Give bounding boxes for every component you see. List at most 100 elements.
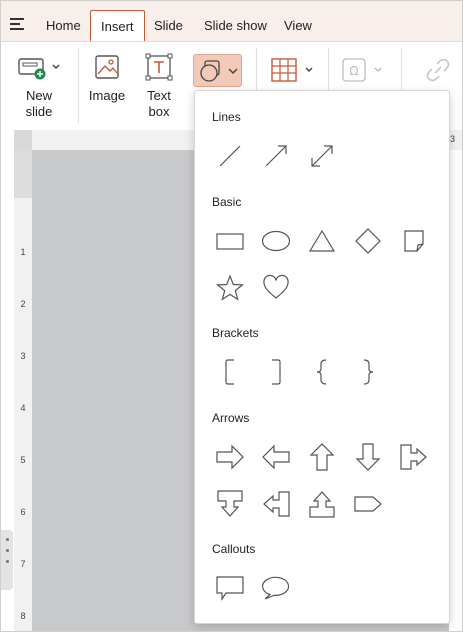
double-arrow-line-icon <box>311 145 333 167</box>
rectangular-callout-icon <box>216 576 244 601</box>
section-title-callouts: Callouts <box>212 542 256 556</box>
text-box-icon <box>145 53 173 81</box>
down-arrow-icon <box>355 443 381 471</box>
text-box-button[interactable]: Text box <box>139 52 179 120</box>
rectangle-icon <box>216 233 244 250</box>
left-arrow-icon <box>262 444 290 470</box>
line-icon <box>219 145 241 167</box>
pentagon-arrow-icon <box>354 496 382 512</box>
double-arrow-line-shape-button[interactable] <box>305 139 339 173</box>
oval-callout-icon <box>261 576 290 600</box>
folded-corner-icon <box>404 230 424 252</box>
special-character-button: Ω <box>339 56 389 89</box>
tab-slide-show[interactable]: Slide show <box>194 10 277 41</box>
link-icon <box>426 58 450 82</box>
section-title-basic: Basic <box>212 195 242 209</box>
right-arrow-shape-button[interactable] <box>213 440 247 474</box>
left-arrow-callout-shape-button[interactable] <box>259 487 293 521</box>
new-slide-label-1: New <box>25 88 52 103</box>
text-box-label-1: Text <box>147 88 171 103</box>
ruler-number: 5 <box>20 455 26 465</box>
app-window: Home Insert Slide Slide show View New sl… <box>0 0 463 632</box>
left-brace-shape-button[interactable] <box>305 355 339 389</box>
ellipse-icon <box>261 230 291 252</box>
ruler-number: 1 <box>20 247 26 257</box>
diamond-icon <box>355 228 381 254</box>
arrow-line-shape-button[interactable] <box>259 139 293 173</box>
link-button <box>424 56 452 89</box>
ruler-number: 4 <box>20 403 26 413</box>
triangle-icon <box>308 229 336 252</box>
new-slide-icon <box>18 58 60 80</box>
ruler-number: 7 <box>20 559 26 569</box>
heart-shape-button[interactable] <box>259 271 293 305</box>
table-button[interactable] <box>269 56 321 89</box>
ribbon-divider <box>78 48 79 124</box>
star-shape-button[interactable] <box>213 271 247 305</box>
shapes-dropdown-panel: Lines Basic Brackets Arrows Callouts <box>194 90 450 624</box>
rectangular-callout-shape-button[interactable] <box>213 571 247 605</box>
section-title-arrows: Arrows <box>212 411 250 425</box>
ruler-number: 2 <box>20 299 26 309</box>
pentagon-arrow-shape-button[interactable] <box>351 487 385 521</box>
text-box-label-2: box <box>148 104 170 119</box>
up-arrow-callout-shape-button[interactable] <box>305 487 339 521</box>
diamond-shape-button[interactable] <box>351 224 385 258</box>
ruler-corner <box>14 130 32 150</box>
shapes-icon <box>200 60 220 82</box>
image-button[interactable]: Image <box>87 52 127 104</box>
ruler-number: 8 <box>20 611 26 621</box>
ruler-margin-band <box>14 150 32 198</box>
right-brace-shape-button[interactable] <box>351 355 385 389</box>
tab-insert[interactable]: Insert <box>90 10 145 41</box>
left-brace-icon <box>316 359 327 385</box>
ribbon-tab-bar: Home Insert Slide Slide show View <box>1 1 462 41</box>
omega-symbol-icon: Ω <box>342 58 382 82</box>
left-bracket-shape-button[interactable] <box>213 355 247 389</box>
rectangle-shape-button[interactable] <box>213 224 247 258</box>
table-icon <box>271 58 313 82</box>
star-icon <box>215 274 245 301</box>
right-arrow-callout-icon <box>400 444 427 470</box>
folded-corner-shape-button[interactable] <box>397 224 431 258</box>
chevron-down-icon <box>228 68 238 75</box>
vertical-ruler: 1 2 3 4 5 6 7 8 <box>14 150 32 631</box>
left-bracket-icon <box>225 359 234 385</box>
section-title-lines: Lines <box>212 110 241 124</box>
left-arrow-callout-icon <box>263 491 290 517</box>
up-arrow-shape-button[interactable] <box>305 440 339 474</box>
ruler-number: 6 <box>20 507 26 517</box>
right-brace-icon <box>363 359 374 385</box>
right-bracket-icon <box>272 359 281 385</box>
up-arrow-icon <box>309 443 335 471</box>
ruler-number: 3 <box>20 351 26 361</box>
heart-icon <box>263 274 289 299</box>
shapes-button[interactable] <box>193 54 242 87</box>
panel-resize-handle[interactable] <box>1 530 13 590</box>
oval-callout-shape-button[interactable] <box>259 571 293 605</box>
triangle-shape-button[interactable] <box>305 224 339 258</box>
slide-page-edge <box>449 150 462 631</box>
left-arrow-shape-button[interactable] <box>259 440 293 474</box>
ellipse-shape-button[interactable] <box>259 224 293 258</box>
svg-text:Ω: Ω <box>349 64 358 78</box>
tab-home[interactable]: Home <box>36 10 91 41</box>
right-arrow-icon <box>216 444 244 470</box>
line-shape-button[interactable] <box>213 139 247 173</box>
section-title-brackets: Brackets <box>212 326 259 340</box>
image-label: Image <box>88 88 126 103</box>
image-icon <box>95 55 119 79</box>
tab-view[interactable]: View <box>274 10 322 41</box>
down-arrow-callout-icon <box>217 490 243 517</box>
down-arrow-callout-shape-button[interactable] <box>213 487 247 521</box>
right-bracket-shape-button[interactable] <box>259 355 293 389</box>
up-arrow-callout-icon <box>309 491 335 518</box>
ruler-number: 3 <box>450 134 456 144</box>
tab-slide[interactable]: Slide <box>144 10 193 41</box>
new-slide-button[interactable]: New slide <box>15 52 63 120</box>
new-slide-label-2: slide <box>25 104 53 119</box>
arrow-line-icon <box>265 145 287 167</box>
down-arrow-shape-button[interactable] <box>351 440 385 474</box>
hamburger-menu-icon[interactable] <box>10 18 26 30</box>
right-arrow-callout-shape-button[interactable] <box>397 440 431 474</box>
